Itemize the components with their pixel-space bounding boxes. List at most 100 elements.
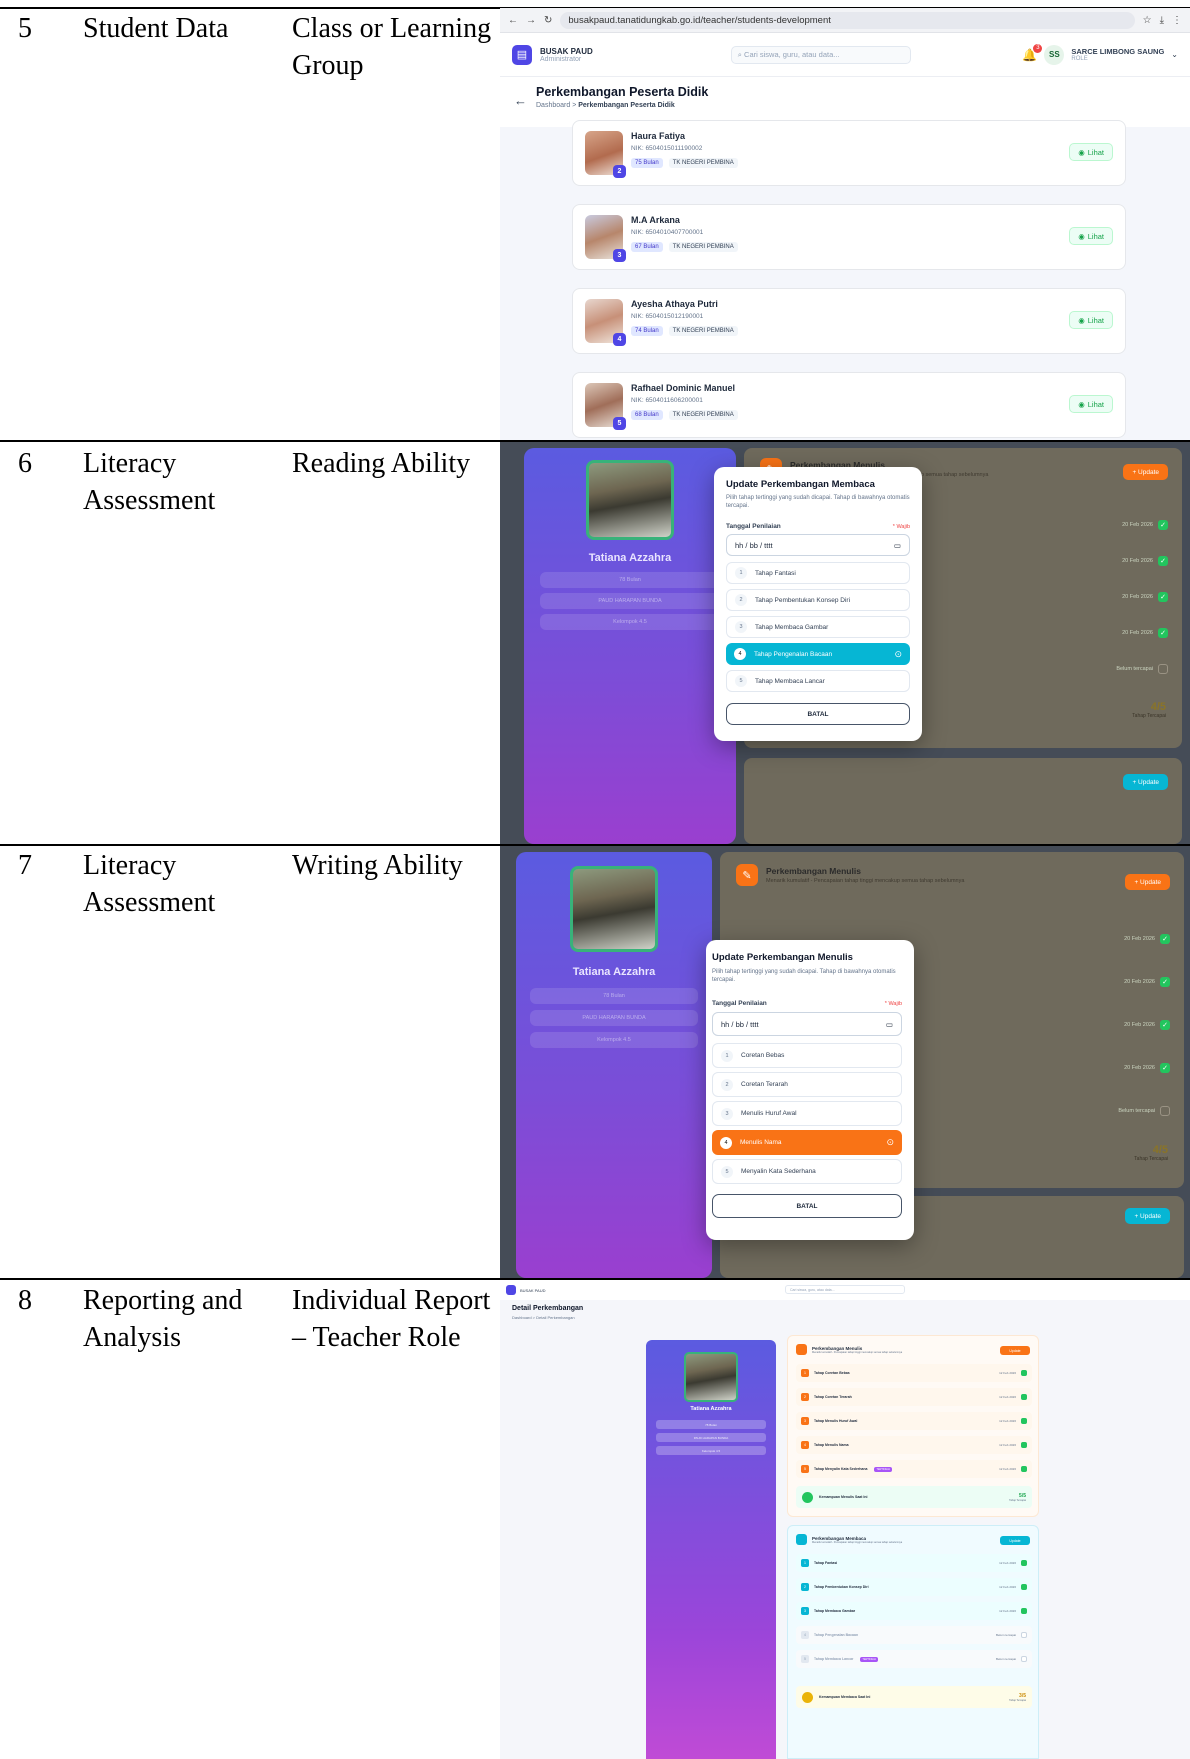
stage-date: 12 Feb 2026	[999, 1443, 1016, 1447]
user-role: ROLE	[1071, 56, 1088, 62]
search-input[interactable]: ⌕ Cari siswa, guru, atau data...	[730, 45, 911, 64]
view-button[interactable]: ◉ Lihat	[1069, 227, 1113, 245]
view-button[interactable]: ◉ Lihat	[1069, 311, 1113, 329]
stage-option-selected[interactable]: 4 Tahap Pengenalan Bacaan ⊙	[726, 643, 910, 665]
check-icon: ✓	[1158, 592, 1168, 602]
reload-icon[interactable]: ↻	[544, 15, 552, 26]
check-icon: ✓	[1160, 1020, 1170, 1030]
option-label: Tahap Pengenalan Bacaan	[754, 650, 833, 658]
notification-count: 3	[1033, 43, 1043, 53]
row-number: 7	[18, 850, 32, 881]
check-icon	[1021, 1442, 1027, 1448]
age-pill: 78 Bulan	[540, 572, 720, 588]
empty-checkbox-icon	[1160, 1106, 1170, 1116]
bookmark-star-icon[interactable]: ☆	[1143, 15, 1152, 26]
search-placeholder: Cari siswa, guru, atau data...	[744, 50, 840, 59]
date-input[interactable]: hh / bb / tttt ▭	[712, 1012, 902, 1036]
stage-option[interactable]: 5 Tahap Membaca Lancar	[726, 670, 910, 692]
stage-row: 4 Tahap Pengenalan Bacaan Belum tercapai	[796, 1626, 1032, 1644]
stage-option[interactable]: 2 Coretan Terarah	[712, 1072, 902, 1097]
stage-date: 20 Feb 2026	[1124, 979, 1155, 985]
stage-option[interactable]: 2 Tahap Pembentukan Konsep Diri	[726, 589, 910, 611]
stage-number: 4	[801, 1441, 809, 1449]
view-button[interactable]: ◉ Lihat	[1069, 143, 1113, 161]
stage-option[interactable]: 1 Coretan Bebas	[712, 1043, 902, 1068]
bell-icon[interactable]: 🔔 3	[1022, 43, 1043, 62]
school-pill: PAUD HARAPAN BUNDA	[540, 593, 720, 609]
student-name: Tatiana Azzahra	[690, 1406, 732, 1412]
panel-title: Perkembangan Menulis	[766, 866, 861, 876]
menu-dots-icon[interactable]: ⋮	[1172, 15, 1182, 26]
stage-title: Tahap Fantasi	[814, 1561, 838, 1565]
student-index-badge: 3	[613, 249, 626, 262]
back-arrow-icon[interactable]: ←	[514, 93, 527, 108]
option-label: Tahap Pembentukan Konsep Diri	[755, 596, 851, 604]
download-icon[interactable]: ⤓	[1160, 15, 1164, 26]
student-photo	[570, 866, 658, 952]
check-icon: ✓	[1158, 556, 1168, 566]
row-feature: Reporting and Analysis	[83, 1285, 243, 1353]
update-modal: Update Perkembangan Membaca Pilih tahap …	[714, 467, 922, 741]
student-name: Tatiana Azzahra	[588, 552, 672, 564]
stage-date: 20 Feb 2026	[1122, 522, 1153, 528]
date-input[interactable]: hh / bb / tttt ▭	[726, 534, 910, 556]
update-button[interactable]: Update	[1000, 1536, 1030, 1545]
stage-option[interactable]: 5 Menyalin Kata Sederhana	[712, 1159, 902, 1184]
chevron-down-icon[interactable]: ⌄	[1171, 50, 1178, 59]
stage-date: 20 Feb 2026	[1122, 558, 1153, 564]
page-title: Perkembangan Peserta Didik	[536, 85, 709, 99]
book-icon	[796, 1534, 807, 1545]
cancel-button[interactable]: BATAL	[712, 1194, 902, 1218]
update-button[interactable]: + Update	[1123, 774, 1168, 790]
score-label: Tahap Tercapai	[1009, 1498, 1026, 1502]
student-index-badge: 5	[613, 417, 626, 430]
check-icon: ✓	[1160, 934, 1170, 944]
row-number: 6	[18, 448, 32, 479]
stage-option[interactable]: 3 Menulis Huruf Awal	[712, 1101, 902, 1126]
forward-arrow-icon[interactable]: →	[526, 15, 536, 26]
stage-date: 20 Feb 2026	[1122, 630, 1153, 636]
stage-date: 20 Feb 2026	[1124, 936, 1155, 942]
student-photo	[586, 460, 674, 540]
stage-number: 3	[801, 1607, 809, 1615]
age-pill: 78 Bulan	[656, 1420, 766, 1429]
search-input[interactable]: Cari siswa, guru, atau data...	[785, 1285, 905, 1294]
view-label: Lihat	[1087, 231, 1104, 241]
stage-option-selected[interactable]: 4 Menulis Nama ⊙	[712, 1130, 902, 1155]
breadcrumb-home[interactable]: Dashboard	[536, 102, 570, 109]
user-menu[interactable]: SARCE LIMBONG SAUNG ROLE	[1071, 47, 1164, 62]
breadcrumb: Dashboard > Detail Perkembangan	[512, 1315, 575, 1320]
check-icon: ✓	[1160, 977, 1170, 987]
stage-row: 2 Tahap Coretan Terarah 12 Feb 2026	[796, 1388, 1032, 1406]
update-button[interactable]: + Update	[1123, 464, 1168, 480]
stage-option[interactable]: 1 Tahap Fantasi	[726, 562, 910, 584]
update-button[interactable]: Update	[1000, 1346, 1030, 1355]
update-modal: Update Perkembangan Menulis Pilih tahap …	[706, 940, 914, 1240]
eye-icon: ◉	[1078, 147, 1085, 157]
option-label: Tahap Membaca Gambar	[755, 623, 829, 631]
student-card: 4 Ayesha Athaya Putri NIK: 6504015012190…	[572, 288, 1126, 354]
avatar[interactable]: SS	[1044, 44, 1065, 65]
school-badge: TK NEGERI PEMBINA	[668, 410, 738, 420]
cancel-button[interactable]: BATAL	[726, 703, 910, 725]
option-label: Menyalin Kata Sederhana	[741, 1168, 816, 1175]
view-button[interactable]: ◉ Lihat	[1069, 395, 1113, 413]
stage-option[interactable]: 3 Tahap Membaca Gambar	[726, 616, 910, 638]
check-circle-icon: ⊙	[886, 1137, 894, 1147]
row-number: 5	[18, 13, 32, 44]
student-nik: NIK: 6504015011190002	[631, 145, 703, 152]
back-arrow-icon[interactable]: ←	[508, 15, 518, 26]
address-bar[interactable]: busakpaud.tanatidungkab.go.id/teacher/st…	[560, 11, 1135, 29]
update-button[interactable]: + Update	[1125, 1208, 1170, 1224]
stage-number: 4	[801, 1631, 809, 1639]
student-index-badge: 4	[613, 333, 626, 346]
stage-date: Belum tercapai	[995, 1633, 1016, 1637]
check-icon	[1021, 1560, 1027, 1566]
breadcrumb-separator: >	[572, 102, 577, 109]
update-button[interactable]: + Update	[1125, 874, 1170, 890]
option-label: Menulis Huruf Awal	[741, 1110, 797, 1117]
student-profile-card: Tatiana Azzahra 78 Bulan PAUD HARAPAN BU…	[646, 1340, 776, 1759]
stage-date: 12 Feb 2026	[999, 1467, 1016, 1471]
stage-title: Tahap Pengenalan Bacaan	[814, 1633, 859, 1637]
check-icon	[1021, 1370, 1027, 1376]
